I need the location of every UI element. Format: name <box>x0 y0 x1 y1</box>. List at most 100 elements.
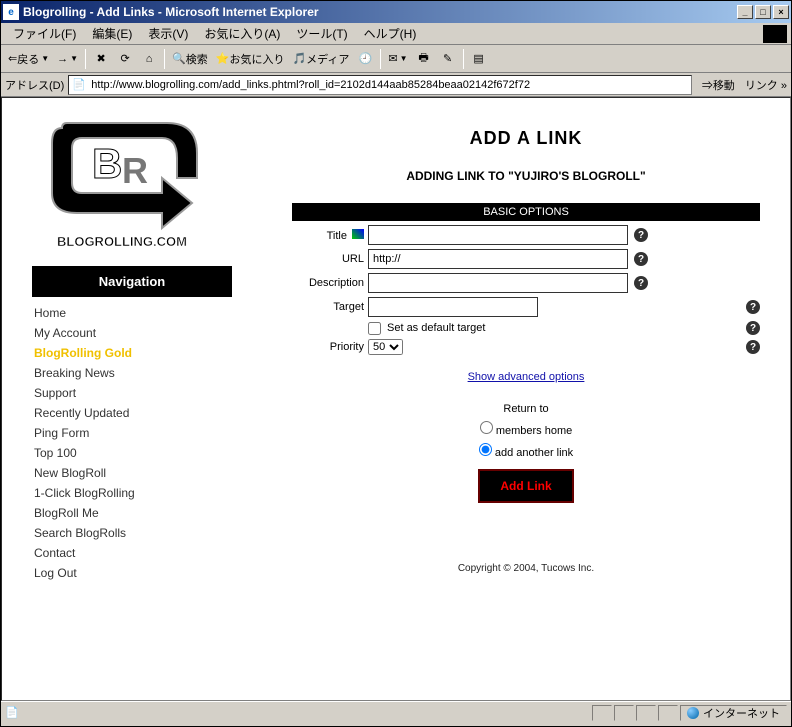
media-button[interactable]: 🎵メディア <box>289 48 352 70</box>
stop-button[interactable]: ✖ <box>90 48 112 70</box>
links-button[interactable]: リンク » <box>745 77 787 93</box>
zone-text: インターネット <box>703 705 780 721</box>
status-pane <box>614 705 634 721</box>
forward-button[interactable]: →▼ <box>54 48 81 70</box>
sidebar: B R BLOGROLLING.COM Navigation HomeMy Ac… <box>32 108 232 583</box>
home-button[interactable]: ⌂ <box>138 48 160 70</box>
nav-list: HomeMy AccountBlogRolling GoldBreaking N… <box>32 303 232 583</box>
address-input[interactable]: 📄 http://www.blogrolling.com/add_links.p… <box>68 75 692 95</box>
return-another-label: add another link <box>495 447 573 459</box>
nav-item-1-click-blogrolling[interactable]: 1-Click BlogRolling <box>32 483 232 503</box>
svg-text:R: R <box>122 150 148 191</box>
return-to-label: Return to <box>292 403 760 415</box>
help-icon[interactable]: ? <box>746 300 760 314</box>
status-pane <box>592 705 612 721</box>
favorites-button[interactable]: ⭐お気に入り <box>213 48 288 70</box>
edit-button[interactable]: ✎ <box>437 48 459 70</box>
titlebar: e Blogrolling - Add Links - Microsoft In… <box>1 1 791 23</box>
nav-item-home[interactable]: Home <box>32 303 232 323</box>
desc-input[interactable] <box>368 273 628 293</box>
menu-help[interactable]: ヘルプ(H) <box>356 23 425 44</box>
desc-label: Description <box>292 277 364 289</box>
globe-icon <box>687 707 699 719</box>
form: BASIC OPTIONS Title ? URL ? Description <box>292 203 760 503</box>
help-icon[interactable]: ? <box>634 228 648 242</box>
menubar: ファイル(F) 編集(E) 表示(V) お気に入り(A) ツール(T) ヘルプ(… <box>1 23 791 45</box>
maximize-button[interactable]: □ <box>755 5 771 19</box>
nav-item-search-blogrolls[interactable]: Search BlogRolls <box>32 523 232 543</box>
nav-item-contact[interactable]: Contact <box>32 543 232 563</box>
content-viewport[interactable]: B R BLOGROLLING.COM Navigation HomeMy Ac… <box>1 97 791 701</box>
return-home-label: members home <box>496 425 572 437</box>
menu-edit[interactable]: 編集(E) <box>84 23 140 44</box>
default-target-label: Set as default target <box>387 322 485 334</box>
menu-view[interactable]: 表示(V) <box>140 23 196 44</box>
page-icon: 📄 <box>71 77 87 93</box>
page-subtitle: ADDING LINK TO "YUJIRO'S BLOGROLL" <box>292 169 760 183</box>
menu-file[interactable]: ファイル(F) <box>5 23 84 44</box>
security-zone: インターネット <box>680 705 787 721</box>
site-logo[interactable]: B R BLOGROLLING.COM <box>32 108 212 258</box>
help-icon[interactable]: ? <box>634 276 648 290</box>
menu-tools[interactable]: ツール(T) <box>288 23 355 44</box>
target-label: Target <box>292 301 364 313</box>
page-body: B R BLOGROLLING.COM Navigation HomeMy Ac… <box>2 98 790 593</box>
go-button[interactable]: ⇒移動 <box>696 75 741 95</box>
url-input[interactable] <box>368 249 628 269</box>
section-header: BASIC OPTIONS <box>292 203 760 221</box>
toolbar: ⇐ 戻る▼ →▼ ✖ ⟳ ⌂ 🔍検索 ⭐お気に入り 🎵メディア 🕘 ✉▼ 🖶 ✎… <box>1 45 791 73</box>
nav-item-ping-form[interactable]: Ping Form <box>32 423 232 443</box>
priority-select[interactable]: 50 <box>368 339 403 355</box>
menu-favorites[interactable]: お気に入り(A) <box>196 23 288 44</box>
return-home-radio[interactable] <box>480 421 493 434</box>
url-label: URL <box>292 253 364 265</box>
return-another-radio[interactable] <box>479 443 492 456</box>
advanced-options-link[interactable]: Show advanced options <box>468 371 585 383</box>
nav-header: Navigation <box>32 266 232 297</box>
nav-item-recently-updated[interactable]: Recently Updated <box>32 403 232 423</box>
address-bar: アドレス(D) 📄 http://www.blogrolling.com/add… <box>1 73 791 97</box>
minimize-button[interactable]: _ <box>737 5 753 19</box>
help-icon[interactable]: ? <box>746 340 760 354</box>
help-icon[interactable]: ? <box>746 321 760 335</box>
priority-label: Priority <box>292 341 364 353</box>
nav-item-breaking-news[interactable]: Breaking News <box>32 363 232 383</box>
nav-item-new-blogroll[interactable]: New BlogRoll <box>32 463 232 483</box>
search-button[interactable]: 🔍検索 <box>169 48 211 70</box>
print-button[interactable]: 🖶 <box>413 48 435 70</box>
title-label: Title <box>292 229 364 242</box>
address-url: http://www.blogrolling.com/add_links.pht… <box>91 79 530 91</box>
nav-item-log-out[interactable]: Log Out <box>32 563 232 583</box>
logo-text: BLOGROLLING.COM <box>57 234 187 249</box>
default-target-checkbox[interactable] <box>368 322 381 335</box>
status-page-icon: 📄 <box>5 706 19 719</box>
page-title: ADD A LINK <box>292 128 760 149</box>
nav-item-my-account[interactable]: My Account <box>32 323 232 343</box>
status-pane <box>658 705 678 721</box>
help-icon[interactable]: ? <box>634 252 648 266</box>
mail-button[interactable]: ✉▼ <box>385 48 410 70</box>
refresh-button[interactable]: ⟳ <box>114 48 136 70</box>
nav-item-blogrolling-gold[interactable]: BlogRolling Gold <box>32 343 232 363</box>
app-icon: e <box>3 4 19 20</box>
statusbar: 📄 インターネット <box>1 701 791 723</box>
tag-icon <box>352 229 364 239</box>
close-button[interactable]: × <box>773 5 789 19</box>
svg-text:B: B <box>92 140 122 187</box>
ie-logo <box>763 25 787 43</box>
title-input[interactable] <box>368 225 628 245</box>
nav-item-top-100[interactable]: Top 100 <box>32 443 232 463</box>
history-button[interactable]: 🕘 <box>354 48 376 70</box>
add-link-button[interactable]: Add Link <box>478 469 573 503</box>
target-input[interactable] <box>368 297 538 317</box>
status-pane <box>636 705 656 721</box>
back-button[interactable]: ⇐ 戻る▼ <box>5 48 52 70</box>
browser-window: e Blogrolling - Add Links - Microsoft In… <box>0 0 792 727</box>
main-content: ADD A LINK ADDING LINK TO "YUJIRO'S BLOG… <box>292 108 760 583</box>
nav-item-blogroll-me[interactable]: BlogRoll Me <box>32 503 232 523</box>
address-label: アドレス(D) <box>5 77 64 93</box>
footer-copyright: Copyright © 2004, Tucows Inc. <box>292 563 760 574</box>
nav-item-support[interactable]: Support <box>32 383 232 403</box>
discuss-button[interactable]: ▤ <box>468 48 490 70</box>
window-title: Blogrolling - Add Links - Microsoft Inte… <box>23 5 737 19</box>
